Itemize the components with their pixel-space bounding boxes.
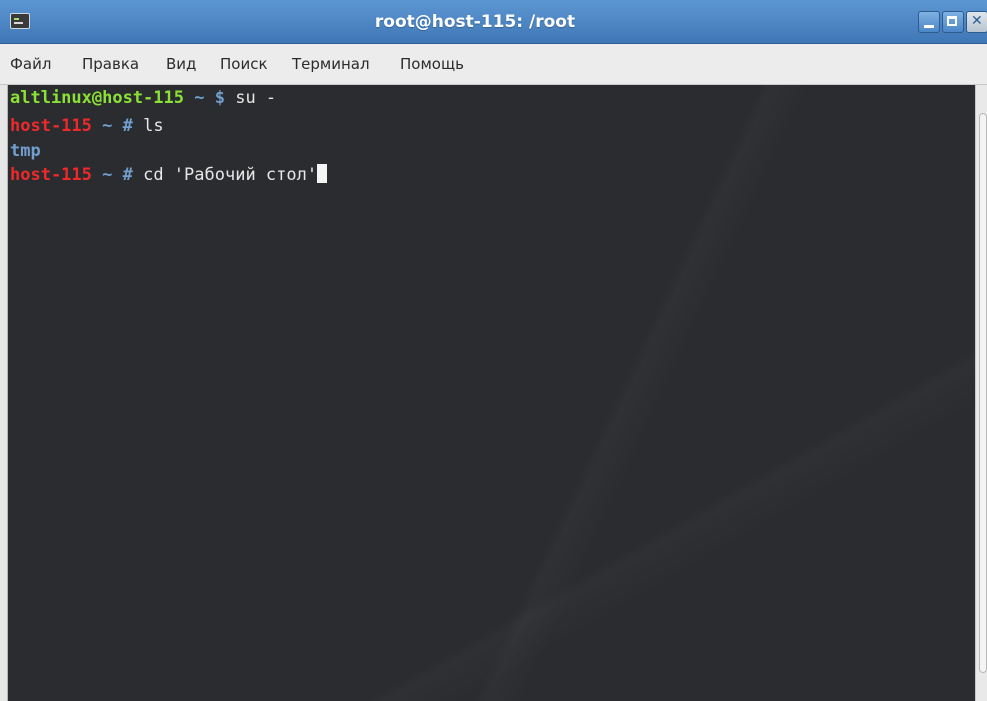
menu-terminal[interactable]: Терминал bbox=[292, 44, 370, 84]
prompt-symbol: # bbox=[122, 165, 133, 185]
command-text: cd 'Рабочий стол' bbox=[132, 165, 318, 185]
prompt-user-host: host-115 bbox=[10, 165, 92, 185]
terminal-window: root@host-115: /root Файл Правка Вид Пои… bbox=[0, 0, 987, 701]
menu-view[interactable]: Вид bbox=[166, 44, 196, 84]
prompt-user-host: host-115 bbox=[10, 116, 92, 136]
menu-file[interactable]: Файл bbox=[10, 44, 51, 84]
maximize-icon[interactable] bbox=[942, 11, 964, 33]
prompt-path: ~ bbox=[91, 165, 123, 185]
output-directory: tmp bbox=[10, 141, 41, 161]
window-left-border bbox=[0, 85, 8, 701]
menu-edit[interactable]: Правка bbox=[82, 44, 139, 84]
scrollbar-thumb[interactable] bbox=[979, 113, 987, 673]
command-text: ls bbox=[132, 116, 164, 136]
terminal-line: host-115 ~ # ls bbox=[10, 115, 164, 137]
title-bar[interactable]: root@host-115: /root bbox=[0, 0, 987, 44]
command-text: su - bbox=[224, 88, 277, 108]
menu-search[interactable]: Поиск bbox=[220, 44, 268, 84]
menu-help[interactable]: Помощь bbox=[400, 44, 464, 84]
minimize-icon[interactable] bbox=[918, 11, 940, 33]
prompt-symbol: # bbox=[122, 116, 133, 136]
menu-bar: Файл Правка Вид Поиск Терминал Помощь bbox=[0, 44, 987, 85]
vertical-scrollbar[interactable] bbox=[975, 85, 987, 701]
window-title: root@host-115: /root bbox=[374, 12, 576, 32]
close-icon[interactable] bbox=[966, 11, 987, 33]
terminal-line: host-115 ~ # cd 'Рабочий стол' bbox=[10, 164, 328, 186]
prompt-symbol: $ bbox=[214, 88, 225, 108]
terminal-line: altlinux@host-115 ~ $ su - bbox=[10, 87, 276, 109]
terminal-area[interactable]: altlinux@host-115 ~ $ su - host-115 ~ # … bbox=[8, 85, 975, 701]
prompt-path: ~ bbox=[91, 116, 123, 136]
terminal-line: tmp bbox=[10, 140, 41, 162]
text-cursor bbox=[317, 164, 328, 183]
prompt-path: ~ bbox=[184, 88, 215, 108]
prompt-user-host: altlinux@host-115 bbox=[10, 88, 184, 108]
